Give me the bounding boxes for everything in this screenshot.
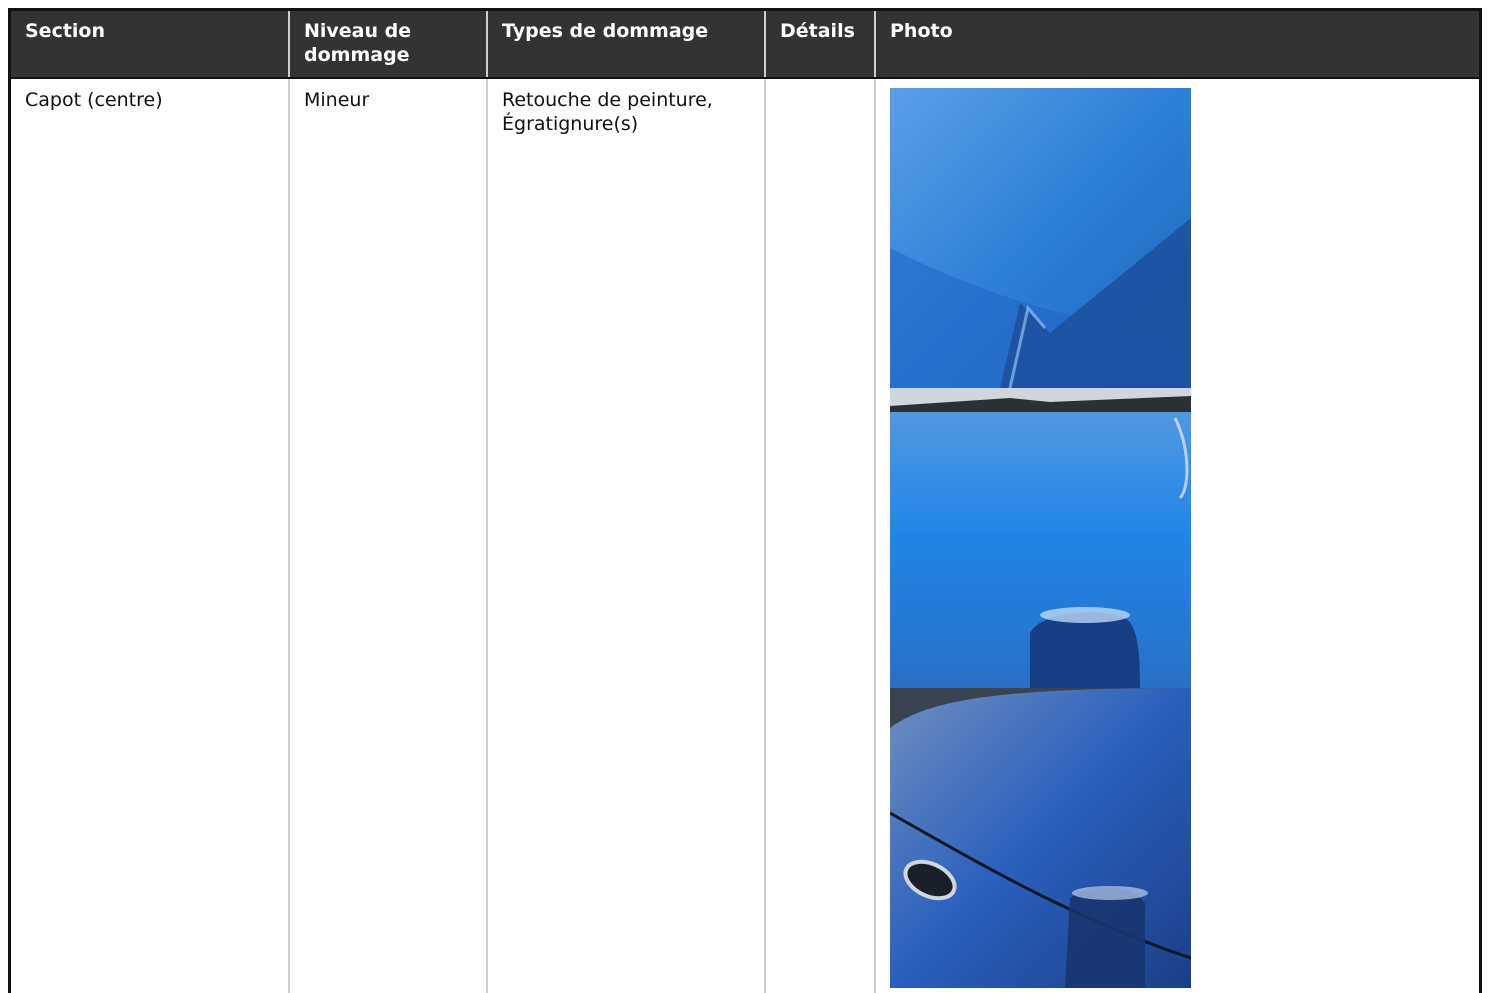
- hood-photo-2[interactable]: [890, 388, 1191, 688]
- table-header-row: Section Niveau de dommage Types de domma…: [11, 11, 1479, 79]
- cell-details: [764, 78, 875, 993]
- cell-level: Mineur: [288, 78, 487, 993]
- table-row: Capot (centre) Mineur Retouche de peintu…: [11, 78, 1479, 993]
- header-details: Détails: [764, 11, 875, 79]
- cell-types: Retouche de peinture, Égratignure(s): [486, 78, 765, 993]
- cell-photo: [874, 78, 1479, 993]
- photo-gallery: [890, 88, 1191, 988]
- cell-section: Capot (centre): [25, 89, 163, 111]
- header-section: Section: [11, 11, 289, 79]
- damage-report-frame: Section Niveau de dommage Types de domma…: [8, 8, 1482, 993]
- hood-photo-1[interactable]: [890, 88, 1191, 388]
- header-photo: Photo: [874, 11, 1479, 79]
- header-types: Types de dommage: [486, 11, 765, 79]
- hood-photo-3[interactable]: [890, 688, 1191, 988]
- header-level: Niveau de dommage: [288, 11, 487, 79]
- damage-table: Section Niveau de dommage Types de domma…: [11, 11, 1479, 993]
